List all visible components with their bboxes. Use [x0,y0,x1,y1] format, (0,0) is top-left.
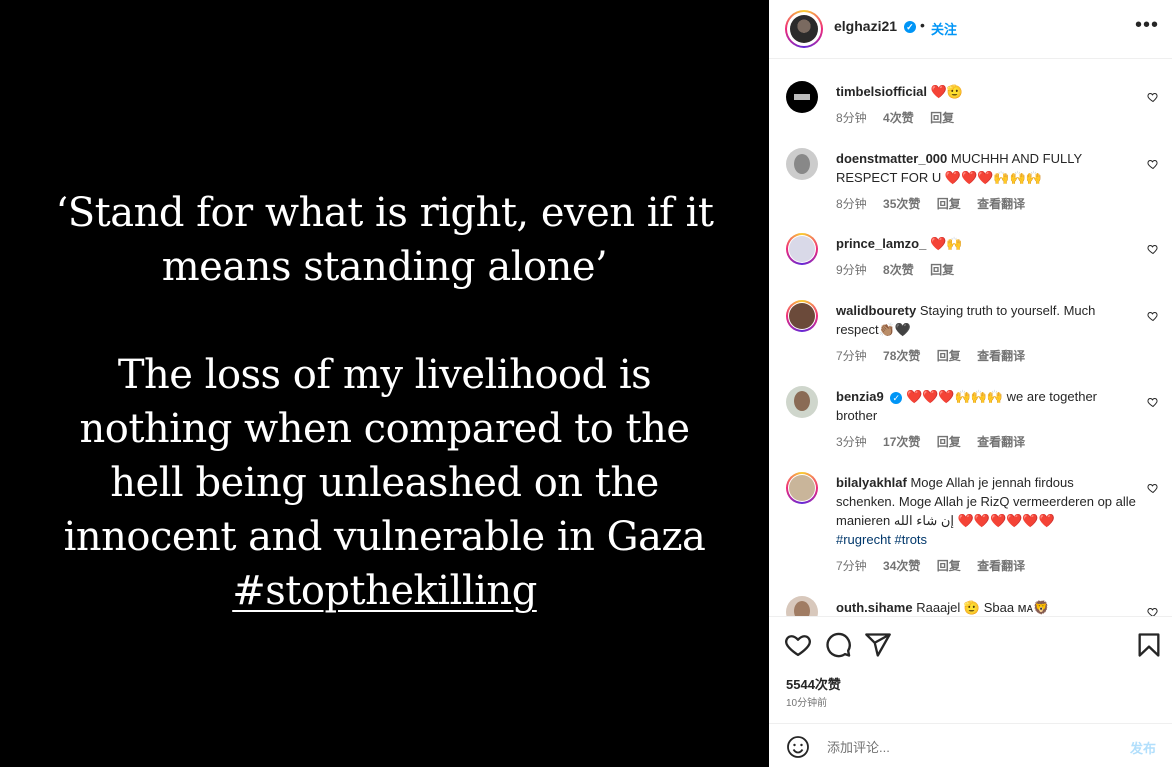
comment-avatar[interactable] [786,472,818,504]
post-actions: 5544次赞 10分钟前 发布 [769,616,1172,768]
reply-button[interactable]: 回复 [937,349,961,363]
comment-time: 8分钟 [836,111,867,125]
reply-button[interactable]: 回复 [937,197,961,211]
post-header: elghazi21 ✓ • 关注 ••• [769,0,1172,59]
comment-hashtags[interactable]: #rugrecht #trots [836,532,927,547]
reply-button[interactable]: 回复 [930,263,954,277]
comment-like-icon[interactable] [1147,243,1159,255]
quote-line: hell being unleashed on the [110,460,659,506]
post-quote: ‘Stand for what is right, even if it mea… [0,186,769,618]
quote-line: innocent and vulnerable in Gaza [63,514,706,560]
header-dot: • [920,17,925,33]
comment-likes[interactable]: 17次赞 [883,435,920,449]
post-comment-button[interactable]: 发布 [1130,738,1156,757]
emoji-icon[interactable] [786,735,810,759]
comment-like-icon[interactable] [1147,91,1159,103]
reply-button[interactable]: 回复 [937,435,961,449]
comment-username[interactable]: benzia9 [836,389,884,404]
comment-avatar[interactable] [786,300,818,332]
comment-avatar[interactable] [786,386,818,418]
comment-avatar[interactable] [786,148,818,180]
verified-icon: ✓ [890,391,903,404]
heart-icon[interactable] [784,631,812,659]
post-time: 10分钟前 [786,698,828,709]
comment-text: ❤️🫡 [930,84,964,99]
comment-likes[interactable]: 4次赞 [883,111,914,125]
add-comment-bar: 发布 [769,723,1172,769]
translate-button[interactable]: 查看翻译 [977,559,1025,573]
verified-icon: ✓ [903,21,916,34]
comment-like-icon[interactable] [1147,606,1159,616]
post-sidebar: elghazi21 ✓ • 关注 ••• timbelsiofficial ❤️… [769,0,1172,767]
comment-avatar[interactable] [786,233,818,265]
more-icon[interactable]: ••• [1135,14,1159,37]
comment-username[interactable]: bilalyakhlaf [836,475,907,490]
comment-avatar[interactable] [786,81,818,113]
reply-button[interactable]: 回复 [937,559,961,573]
comment-time: 7分钟 [836,349,867,363]
comment-input[interactable] [825,736,1119,758]
comment-time: 8分钟 [836,197,867,211]
translate-button[interactable]: 查看翻译 [977,349,1025,363]
quote-line: means standing alone’ [161,244,608,290]
quote-hashtag: #stopthekilling [232,568,537,614]
comment-like-icon[interactable] [1147,396,1159,408]
follow-button[interactable]: 关注 [931,19,957,38]
comment-text: ❤️🙌 [929,236,963,251]
comment-likes[interactable]: 78次赞 [883,349,920,363]
comment-time: 3分钟 [836,435,867,449]
comment-like-icon[interactable] [1147,310,1159,322]
comment-like-icon[interactable] [1147,158,1159,170]
comment-icon[interactable] [824,631,852,659]
comment-likes[interactable]: 34次赞 [883,559,920,573]
translate-button[interactable]: 查看翻译 [977,197,1025,211]
quote-line: The loss of my livelihood is [117,352,652,398]
post-media: ‘Stand for what is right, even if it mea… [0,0,769,767]
comment-likes[interactable]: 8次赞 [883,263,914,277]
share-icon[interactable] [864,631,892,659]
bookmark-icon[interactable] [1135,631,1163,659]
comment-text: Raaajel 🫡 Sbaa ᴍᴀ🦁 [916,600,1050,615]
comments-list[interactable]: timbelsiofficial ❤️🫡 8分钟 4次赞 回复 doenstma… [769,59,1172,616]
comment-username[interactable]: prince_lamzo_ [836,236,926,251]
comment-like-icon[interactable] [1147,482,1159,494]
author-username[interactable]: elghazi21 [834,18,897,34]
quote-line: ‘Stand for what is right, even if it [55,190,714,236]
comment-username[interactable]: timbelsiofficial [836,84,927,99]
comment-username[interactable]: doenstmatter_000 [836,151,947,166]
quote-line: nothing when compared to the [79,406,690,452]
comment-username[interactable]: walidbourety [836,303,916,318]
comment-avatar[interactable] [786,596,818,616]
reply-button[interactable]: 回复 [930,111,954,125]
translate-button[interactable]: 查看翻译 [977,435,1025,449]
author-avatar[interactable] [785,10,823,48]
likes-count[interactable]: 5544次赞 [786,674,841,693]
comment-time: 9分钟 [836,263,867,277]
comment-time: 7分钟 [836,559,867,573]
comment-likes[interactable]: 35次赞 [883,197,920,211]
comment-username[interactable]: outh.sihame [836,600,913,615]
